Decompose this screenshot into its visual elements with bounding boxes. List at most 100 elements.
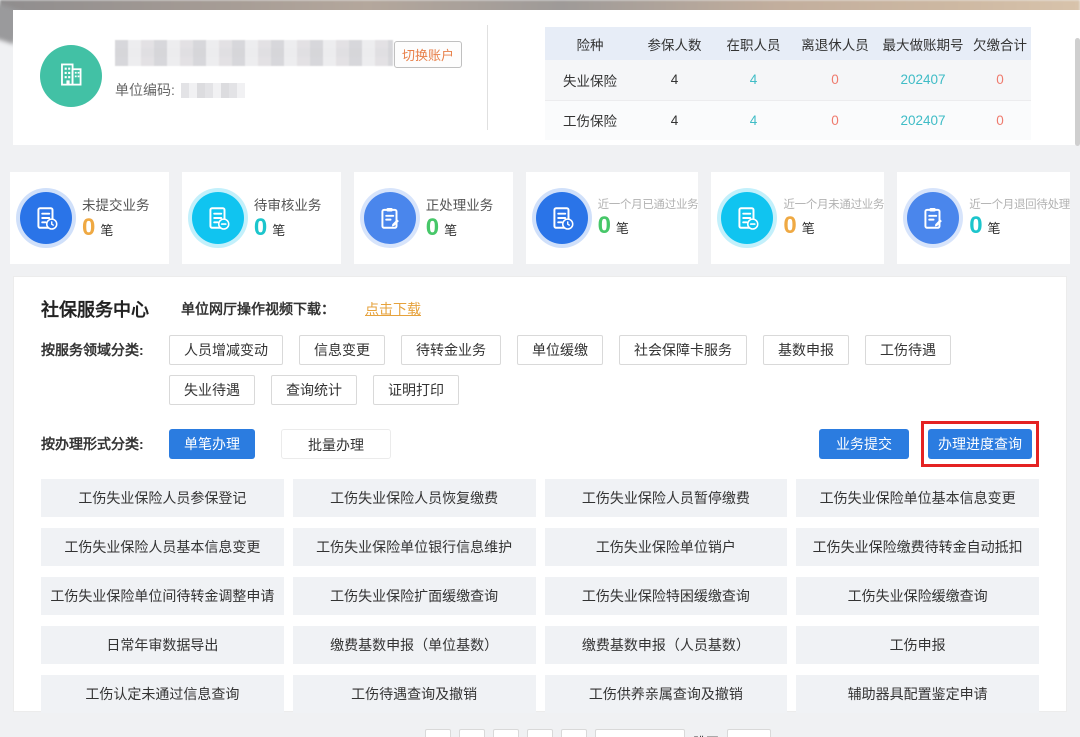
company-card: 切换账户 单位编码: 险种 参保人数 在职人员 离退休人员 最大做账期号 欠缴合… xyxy=(13,10,1080,145)
domain-button[interactable]: 人员增减变动 xyxy=(169,335,283,365)
stat-value: 0 xyxy=(426,214,439,241)
doc-minus-icon xyxy=(721,192,773,244)
service-item[interactable]: 工伤待遇查询及撤销 xyxy=(293,675,536,713)
service-item[interactable]: 缴费基数申报（人员基数） xyxy=(545,626,788,664)
service-item[interactable]: 辅助器具配置鉴定申请 xyxy=(796,675,1039,713)
pagination: ‹ 1 2 3 › 20 条/页 ∨ 跳至 xyxy=(425,729,771,737)
stat-unit: 笔 xyxy=(100,223,113,238)
stat-unit: 笔 xyxy=(444,223,457,238)
service-item[interactable]: 工伤申报 xyxy=(796,626,1039,664)
cell-active-count: 4 xyxy=(714,100,793,140)
domain-button[interactable]: 社会保障卡服务 xyxy=(619,335,747,365)
service-item[interactable]: 工伤失业保险特困缓缴查询 xyxy=(545,577,788,615)
header-cell: 在职人员 xyxy=(714,27,793,60)
mode-button-single[interactable]: 单笔办理 xyxy=(169,429,255,459)
page-number-button[interactable]: 2 xyxy=(493,729,519,737)
page-number-button[interactable]: 3 xyxy=(527,729,553,737)
cell-insured-count: 4 xyxy=(635,60,714,100)
service-item[interactable]: 工伤失业保险人员恢复缴费 xyxy=(293,479,536,517)
table-row-work-injury: 工伤保险 4 4 0 202407 0 xyxy=(545,100,1031,140)
stat-label: 未提交业务 xyxy=(82,194,150,214)
domain-button[interactable]: 证明打印 xyxy=(373,375,459,405)
header-cell: 最大做账期号 xyxy=(877,27,969,60)
page-number-button[interactable]: 1 xyxy=(459,729,485,737)
download-link[interactable]: 点击下载 xyxy=(365,299,421,319)
doc-clock-icon xyxy=(536,192,588,244)
doc-minus-icon xyxy=(192,192,244,244)
cell-insurance-type: 失业保险 xyxy=(545,60,635,100)
stat-value: 0 xyxy=(969,212,982,239)
mode-filter-label: 按办理形式分类: xyxy=(41,429,169,459)
cell-retired-count: 0 xyxy=(793,100,877,140)
service-item[interactable]: 工伤失业保险单位基本信息变更 xyxy=(796,479,1039,517)
header-cell: 欠缴合计 xyxy=(969,27,1031,60)
progress-query-button[interactable]: 办理进度查询 xyxy=(928,429,1032,459)
stats-row: 未提交业务 0笔 待审核业务 0笔 正处理业 xyxy=(10,172,1070,264)
stat-card-month-rejected: 近一个月未通过业务 0笔 xyxy=(711,172,884,264)
cell-retired-count: 0 xyxy=(793,60,877,100)
service-item[interactable]: 工伤认定未通过信息查询 xyxy=(41,675,284,713)
cell-insurance-type: 工伤保险 xyxy=(545,100,635,140)
header-cell: 参保人数 xyxy=(635,27,714,60)
domain-button[interactable]: 单位缓缴 xyxy=(517,335,603,365)
stat-card-month-returned: 近一个月退回待处理 0笔 xyxy=(897,172,1070,264)
service-items-grid: 工伤失业保险人员参保登记 工伤失业保险人员恢复缴费 工伤失业保险人员暂停缴费 工… xyxy=(41,479,1039,713)
service-item[interactable]: 日常年审数据导出 xyxy=(41,626,284,664)
service-item[interactable]: 缴费基数申报（单位基数） xyxy=(293,626,536,664)
header-cell: 险种 xyxy=(545,27,635,60)
stat-unit: 笔 xyxy=(272,223,285,238)
stat-label: 近一个月未通过业务 xyxy=(783,196,884,212)
domain-button[interactable]: 工伤待遇 xyxy=(865,335,951,365)
service-item[interactable]: 工伤失业保险人员暂停缴费 xyxy=(545,479,788,517)
unit-code-label: 单位编码: xyxy=(115,80,175,100)
domain-button[interactable]: 信息变更 xyxy=(299,335,385,365)
page-size-value: 20 条/页 xyxy=(609,734,657,737)
domain-button[interactable]: 查询统计 xyxy=(271,375,357,405)
page-size-select[interactable]: 20 条/页 ∨ xyxy=(595,729,685,737)
domain-filter-buttons: 人员增减变动 信息变更 待转金业务 单位缓缴 社会保障卡服务 基数申报 工伤待遇… xyxy=(169,335,1039,405)
stat-card-processing: 正处理业务 0笔 xyxy=(354,172,513,264)
red-highlight-annotation: 办理进度查询 xyxy=(921,421,1039,467)
scrollbar-thumb[interactable] xyxy=(1075,38,1080,146)
cell-insured-count: 4 xyxy=(635,100,714,140)
table-row-unemployment: 失业保险 4 4 0 202407 0 xyxy=(545,60,1031,100)
stat-value: 0 xyxy=(254,214,267,241)
video-download-label: 单位网厅操作视频下载： xyxy=(181,299,335,319)
jump-page-input[interactable] xyxy=(727,729,771,737)
service-item[interactable]: 工伤失业保险缓缴查询 xyxy=(796,577,1039,615)
page-next-button[interactable]: › xyxy=(561,729,587,737)
stat-unit: 笔 xyxy=(988,221,1001,236)
stat-label: 近一个月退回待处理 xyxy=(969,196,1070,212)
insurance-table-header: 险种 参保人数 在职人员 离退休人员 最大做账期号 欠缴合计 xyxy=(545,27,1031,60)
company-name-redacted xyxy=(115,40,393,66)
company-avatar xyxy=(40,45,102,107)
cell-max-period: 202407 xyxy=(877,100,969,140)
jump-to-label: 跳至 xyxy=(693,729,719,737)
submit-business-button[interactable]: 业务提交 xyxy=(819,429,909,459)
service-item[interactable]: 工伤供养亲属查询及撤销 xyxy=(545,675,788,713)
clipboard-edit-icon xyxy=(907,192,959,244)
stat-card-month-approved: 近一个月已通过业务 0笔 xyxy=(526,172,699,264)
domain-button[interactable]: 失业待遇 xyxy=(169,375,255,405)
service-item[interactable]: 工伤失业保险人员参保登记 xyxy=(41,479,284,517)
service-item[interactable]: 工伤失业保险扩面缓缴查询 xyxy=(293,577,536,615)
service-item[interactable]: 工伤失业保险单位销户 xyxy=(545,528,788,566)
service-item[interactable]: 工伤失业保险人员基本信息变更 xyxy=(41,528,284,566)
stat-value: 0 xyxy=(598,212,611,239)
page-prev-button[interactable]: ‹ xyxy=(425,729,451,737)
domain-filter-label: 按服务领域分类: xyxy=(41,335,169,405)
service-item[interactable]: 工伤失业保险单位间待转金调整申请 xyxy=(41,577,284,615)
stat-card-unsubmitted: 未提交业务 0笔 xyxy=(10,172,169,264)
domain-button[interactable]: 基数申报 xyxy=(763,335,849,365)
stat-unit: 笔 xyxy=(616,221,629,236)
stat-label: 正处理业务 xyxy=(426,194,494,214)
insurance-table: 险种 参保人数 在职人员 离退休人员 最大做账期号 欠缴合计 失业保险 4 4 … xyxy=(545,27,1031,140)
cell-max-period: 202407 xyxy=(877,60,969,100)
cell-active-count: 4 xyxy=(714,60,793,100)
vertical-divider xyxy=(487,25,488,130)
service-item[interactable]: 工伤失业保险缴费待转金自动抵扣 xyxy=(796,528,1039,566)
domain-button[interactable]: 待转金业务 xyxy=(401,335,501,365)
switch-account-button[interactable]: 切换账户 xyxy=(394,41,462,68)
service-item[interactable]: 工伤失业保险单位银行信息维护 xyxy=(293,528,536,566)
mode-button-batch[interactable]: 批量办理 xyxy=(281,429,391,459)
